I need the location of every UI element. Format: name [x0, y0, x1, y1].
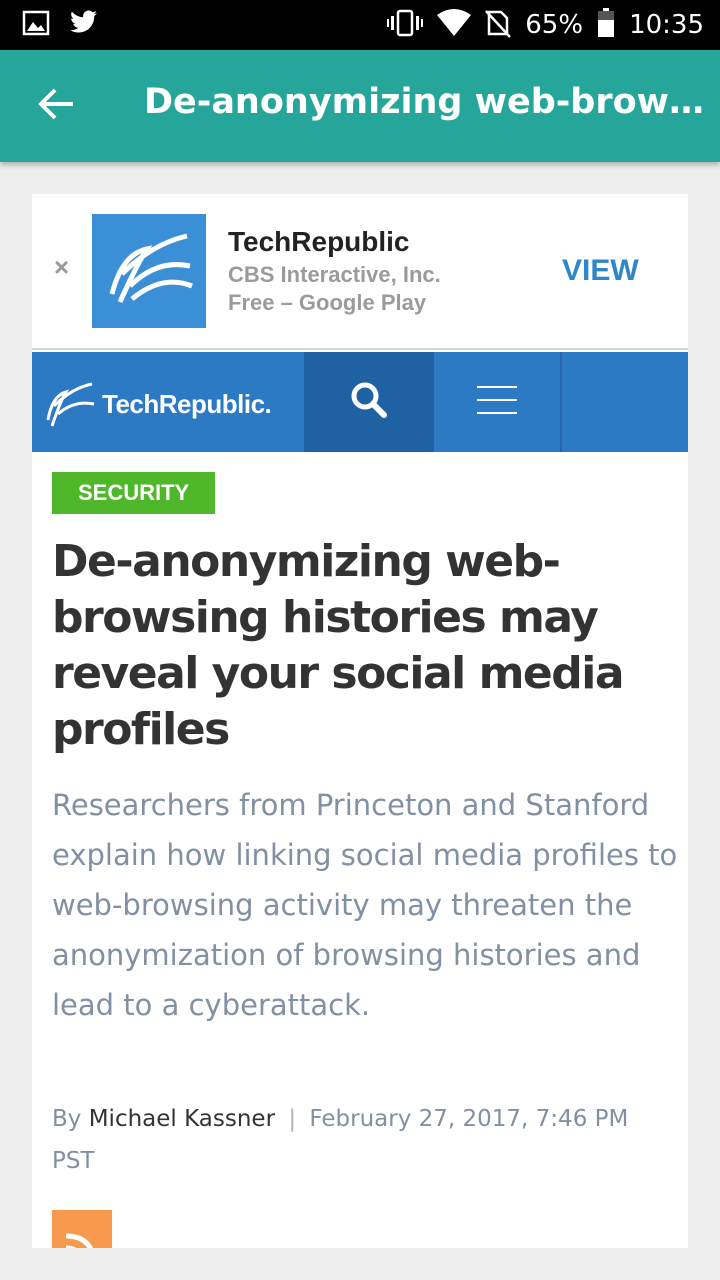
site-logo-text: TechRepublic. [102, 389, 272, 419]
hamburger-icon [477, 384, 517, 421]
category-tag[interactable]: SECURITY [52, 472, 216, 514]
article-card: × TechRepublic CBS Interactive, Inc. Fre… [32, 194, 688, 1248]
byline: By Michael Kassner | February 27, 2017, … [52, 1098, 672, 1182]
ad-app-name: TechRepublic [228, 226, 410, 257]
article-headline: De-anonymizing web-browsing histories ma… [52, 536, 625, 755]
byline-prefix: By [52, 1106, 82, 1132]
clock: 10:35 [629, 10, 704, 40]
site-logo[interactable]: TechRepublic. [42, 374, 272, 435]
vibrate-icon [387, 9, 424, 42]
no-sim-icon [485, 8, 512, 43]
arrow-left-icon [37, 87, 75, 126]
wifi-icon [437, 8, 472, 42]
menu-button[interactable] [434, 352, 562, 452]
article-summary: Researchers from Princeton and Stanford … [52, 788, 678, 1022]
back-button[interactable] [30, 80, 82, 132]
status-bar: 65% 10:35 [0, 0, 720, 50]
search-button[interactable] [304, 352, 434, 452]
ad-store-info: Free – Google Play [228, 290, 427, 315]
toolbar-title: De-anonymizing web-browsin… [144, 82, 704, 122]
app-toolbar: De-anonymizing web-browsin… [0, 50, 720, 162]
author-link[interactable]: Michael Kassner [89, 1106, 275, 1132]
close-icon[interactable]: × [54, 252, 69, 283]
twitter-icon [68, 10, 98, 41]
battery-icon [597, 7, 615, 43]
rss-button[interactable] [52, 1210, 112, 1248]
ad-publisher: CBS Interactive, Inc. [228, 262, 441, 287]
battery-percent: 65% [525, 10, 584, 40]
app-install-ad[interactable]: × TechRepublic CBS Interactive, Inc. Fre… [32, 194, 688, 350]
view-button[interactable]: VIEW [562, 254, 639, 288]
byline-separator: | [288, 1106, 297, 1132]
app-icon[interactable] [92, 214, 206, 328]
techrepublic-logo-icon [42, 374, 98, 435]
search-icon [349, 380, 389, 425]
site-nav: TechRepublic. [32, 352, 688, 452]
image-icon [22, 10, 50, 41]
